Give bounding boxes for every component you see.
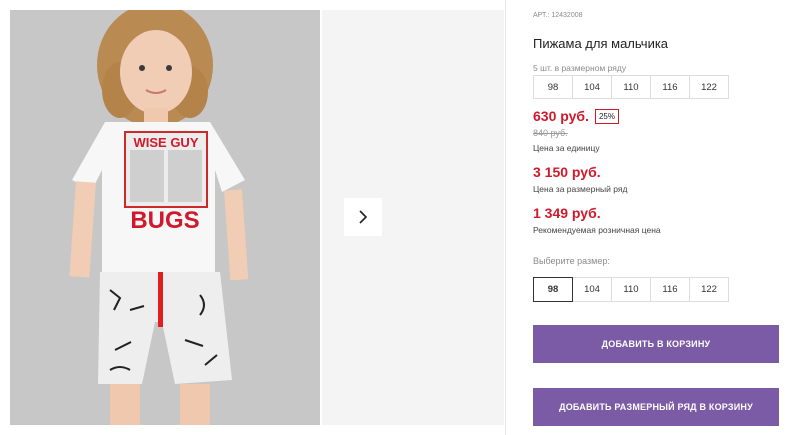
- pack-size-122: 122: [689, 75, 729, 99]
- size-option-122[interactable]: 122: [689, 277, 729, 302]
- pack-size-98: 98: [533, 75, 573, 99]
- shirt-print-top: WISE GUY: [133, 135, 198, 150]
- size-option-98[interactable]: 98: [533, 277, 573, 302]
- product-photo[interactable]: WISE GUY BUGS: [10, 10, 320, 425]
- chevron-right-icon: [359, 210, 368, 224]
- choose-size-label: Выберите размер:: [533, 256, 610, 266]
- unit-price: 630 руб.: [533, 108, 589, 124]
- price-row: 630 руб. 25%: [533, 108, 619, 124]
- pack-size-116: 116: [650, 75, 690, 99]
- discount-badge: 25%: [594, 108, 619, 124]
- gallery-next-button[interactable]: [344, 198, 382, 236]
- unit-price-caption: Цена за единицу: [533, 143, 600, 153]
- add-pack-to-cart-button[interactable]: ДОБАВИТЬ РАЗМЕРНЫЙ РЯД В КОРЗИНУ: [533, 388, 779, 426]
- product-gallery: WISE GUY BUGS: [0, 0, 505, 435]
- product-title: Пижама для мальчика: [533, 36, 669, 51]
- pack-price: 3 150 руб.: [533, 164, 601, 180]
- retail-price: 1 349 руб.: [533, 205, 601, 221]
- size-option-104[interactable]: 104: [572, 277, 612, 302]
- add-to-cart-button[interactable]: ДОБАВИТЬ В КОРЗИНУ: [533, 325, 779, 363]
- product-sku: АРТ.: 12432008: [533, 12, 583, 19]
- retail-price-caption: Рекомендуемая розничная цена: [533, 225, 661, 235]
- product-photo-illustration: WISE GUY BUGS: [10, 10, 320, 425]
- pack-size-110: 110: [611, 75, 651, 99]
- panel-divider: [505, 0, 506, 435]
- pack-size-row: 98 104 110 116 122: [533, 75, 729, 99]
- old-price: 840 руб.: [533, 128, 568, 138]
- pack-size-104: 104: [572, 75, 612, 99]
- shirt-print-main: BUGS: [130, 207, 199, 234]
- size-option-110[interactable]: 110: [611, 277, 651, 302]
- pack-price-caption: Цена за размерный ряд: [533, 184, 628, 194]
- pack-size-label: 5 шт. в размерном ряду: [533, 63, 627, 73]
- size-selector: 98 104 110 116 122: [533, 277, 729, 302]
- size-option-116[interactable]: 116: [650, 277, 690, 302]
